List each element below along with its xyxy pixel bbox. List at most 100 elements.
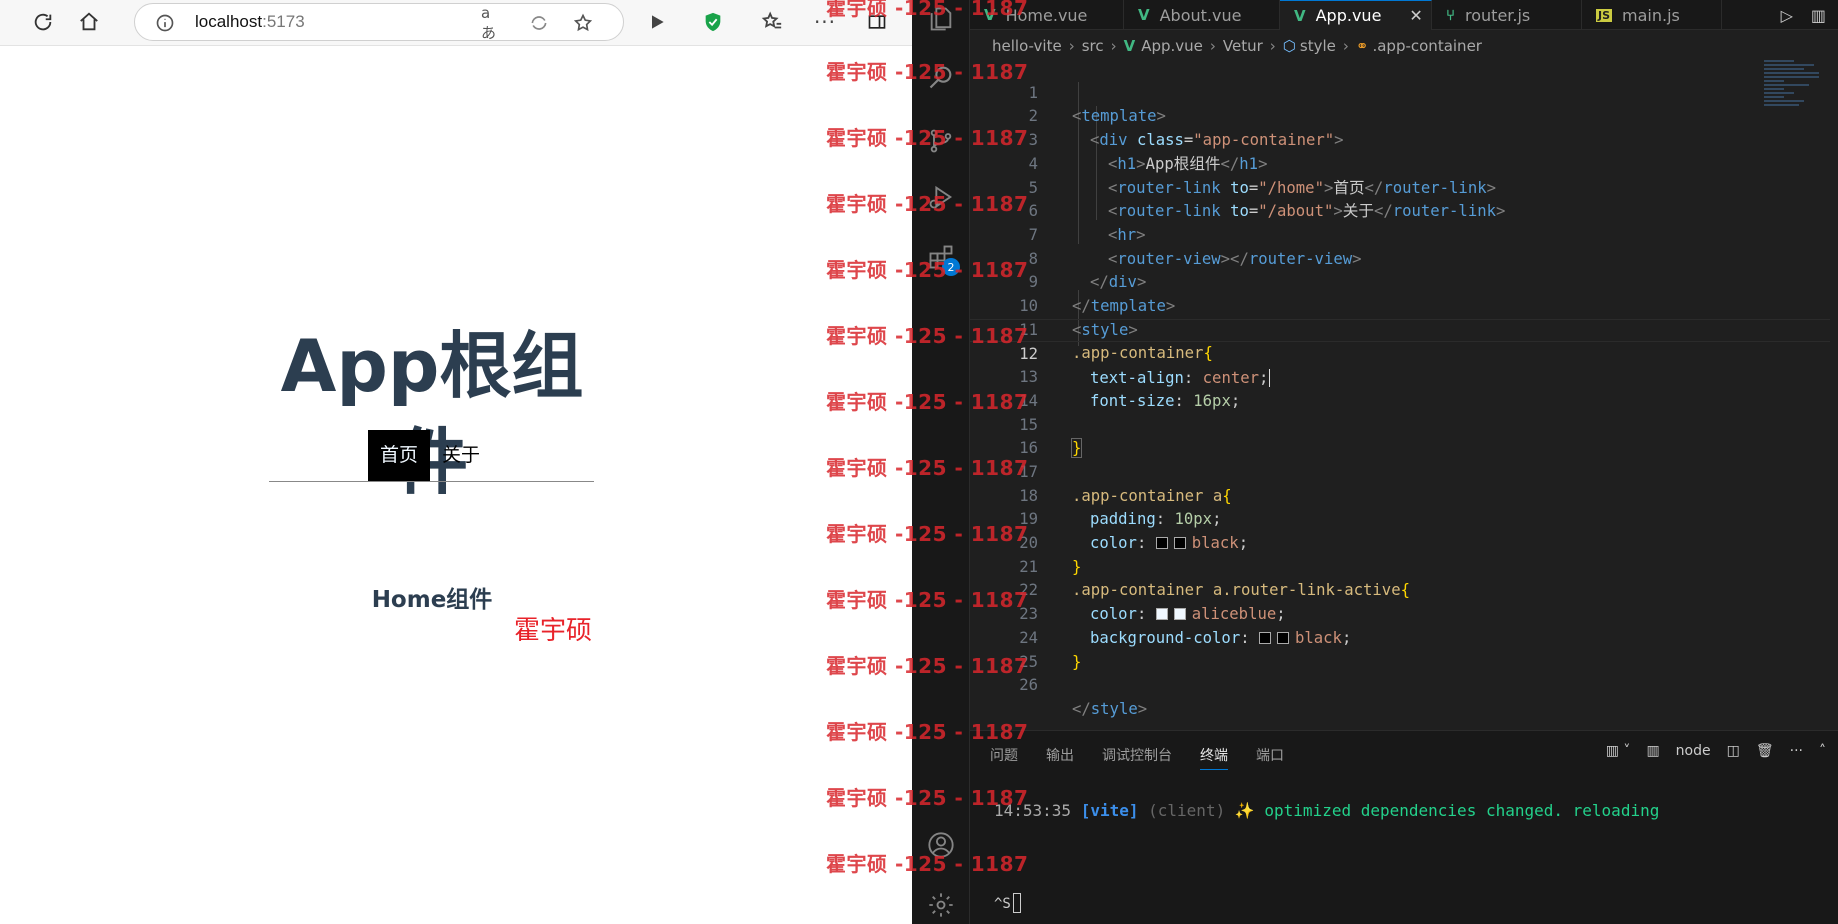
code-line[interactable]: 1 <template> [970, 58, 1830, 126]
code-line[interactable]: 18 padding: 10px; [970, 461, 1830, 529]
watermark-text: 霍宇硕 -125 - 1187 [826, 390, 1029, 414]
refresh-icon[interactable] [26, 5, 60, 39]
watermark-text: 霍宇硕 -125 - 1187 [826, 456, 1029, 480]
favorites-icon[interactable] [755, 5, 789, 39]
code-line[interactable]: 7 <router-view></router-view> [970, 200, 1830, 268]
vue-icon: V [1294, 6, 1306, 25]
watermark-text: 霍宇硕 -125 - 1187 [826, 588, 1029, 612]
js-icon: JS [1596, 8, 1613, 22]
nav-link-home[interactable]: 首页 [368, 430, 431, 481]
edge-extension-icon[interactable] [527, 12, 551, 34]
tab-debug-console[interactable]: 调试控制台 [1102, 745, 1172, 770]
router-nav: 首页 关于 [368, 430, 492, 481]
terminal-output: 14:53:35 [vite] (client) ✨ optimized dep… [994, 801, 1660, 820]
code-line[interactable]: 6 <hr> [970, 177, 1830, 244]
terminal-name[interactable]: node [1676, 743, 1711, 759]
split-terminal-icon[interactable]: ◫ [1727, 743, 1740, 759]
breadcrumb-item[interactable]: Vetur [1223, 37, 1263, 55]
watermark-text: 霍宇硕 -125 - 1187 [826, 522, 1029, 546]
split-editor-icon[interactable]: ▥ [1811, 6, 1826, 25]
watermark-text: 霍宇硕 -125 - 1187 [826, 852, 1029, 876]
nav-link-about[interactable]: 关于 [430, 430, 492, 481]
code-line[interactable]: 19 color: black; [970, 485, 1830, 552]
breadcrumb-item[interactable]: hello-vite [992, 37, 1062, 55]
code-line[interactable]: 15 } [970, 390, 1830, 459]
tab-app-vue[interactable]: V App.vue ✕ [1280, 0, 1432, 30]
tab-problems[interactable]: 问题 [990, 745, 1018, 770]
code-line[interactable]: 3 <h1>App根组件</h1> [970, 105, 1830, 173]
home-icon[interactable] [72, 5, 106, 39]
play-icon[interactable] [640, 5, 674, 39]
breadcrumb-item[interactable]: .app-container [1372, 37, 1482, 55]
tab-router-js[interactable]: ⑂ router.js [1432, 0, 1582, 30]
editor-tabs: V Home.vue V About.vue V App.vue ✕ ⑂ rou… [970, 0, 1838, 30]
class-icon: ⚭ [1355, 37, 1369, 55]
code-line[interactable]: 11 .app-container{ [970, 295, 1830, 363]
code-line[interactable]: 17 .app-container a{ [970, 437, 1830, 505]
tab-main-js[interactable]: JS main.js [1582, 0, 1722, 30]
trash-icon[interactable]: 🗑 [1756, 743, 1774, 759]
minimap[interactable] [1764, 58, 1838, 118]
rendered-page: App根组件 首页 关于 Home组件 霍宇硕 [0, 46, 912, 924]
watermark-text: 霍宇硕 -125 - 1187 [826, 654, 1029, 678]
breadcrumb-item[interactable]: src [1082, 37, 1104, 55]
watermark-text: 霍宇硕 -125 - 1187 [826, 126, 1029, 150]
tab-output[interactable]: 输出 [1046, 745, 1074, 770]
watermark-text: 霍宇硕 -125 - 1187 [826, 192, 1029, 216]
browser-toolbar: localhost:5173 aあ ··· [0, 0, 912, 46]
code-line[interactable]: 25 [970, 627, 1830, 671]
info-icon[interactable] [155, 13, 175, 37]
chevron-right-icon: › [1209, 37, 1216, 55]
close-icon[interactable]: ✕ [1409, 6, 1422, 25]
watermark-text: 霍宇硕 -125 - 1187 [826, 60, 1029, 84]
address-text[interactable]: localhost:5173 [195, 12, 305, 32]
vue-icon: V [1138, 6, 1150, 24]
code-line[interactable]: 22 color: aliceblue; [970, 556, 1830, 623]
code-line[interactable]: 8 </div> [970, 224, 1830, 292]
favorite-star-icon[interactable] [571, 12, 595, 34]
terminal-cursor [1012, 893, 1021, 913]
panel-tabs: 问题 输出 调试控制台 终端 端口 [990, 745, 1284, 770]
terminal-prompt[interactable]: ^S [994, 893, 1021, 913]
vue-icon: V [1123, 37, 1136, 55]
home-component: Home组件 [371, 587, 493, 613]
run-icon[interactable]: ▷ [1781, 6, 1793, 25]
code-line[interactable]: 2 <div class="app-container"> [970, 82, 1830, 149]
code-line[interactable]: 16 [970, 414, 1830, 457]
code-line[interactable]: 21 .app-container a.router-link-active{ [970, 532, 1830, 600]
tab-actions: ▷ ▥ [1781, 0, 1838, 30]
watermark-text: 霍宇硕 -125 - 1187 [826, 324, 1029, 348]
address-bar[interactable]: localhost:5173 aあ [134, 3, 624, 42]
breadcrumb-item[interactable]: style [1300, 37, 1336, 55]
settings-gear-icon[interactable] [924, 888, 958, 922]
router-icon: ⑂ [1446, 6, 1456, 24]
code-line[interactable]: 20 } [970, 508, 1830, 576]
chevron-right-icon: › [1110, 37, 1117, 55]
tab-ports[interactable]: 端口 [1256, 745, 1284, 770]
horizontal-rule [269, 481, 594, 482]
chevron-up-icon[interactable]: ˄ [1819, 743, 1826, 759]
new-terminal-icon[interactable]: ▥ ˅ [1606, 743, 1631, 759]
shield-icon[interactable] [696, 5, 730, 39]
tab-terminal[interactable]: 终端 [1200, 745, 1228, 770]
code-line[interactable]: 24 } [970, 603, 1830, 671]
code-line[interactable]: 23 background-color: black; [970, 579, 1830, 647]
code-editor[interactable]: 1 <template> 2 <div class="app-container… [970, 58, 1830, 728]
read-aloud-icon[interactable]: aあ [481, 4, 505, 42]
code-line[interactable]: 10 <style> [970, 271, 1830, 339]
code-line[interactable]: 13 font-size: 16px; [970, 342, 1830, 410]
bottom-panel: 问题 输出 调试控制台 终端 端口 ▥ ˅ ▥ node ◫ 🗑 ··· ˄ 1… [970, 730, 1838, 924]
code-line-current[interactable]: 12 text-align: center; [970, 318, 1830, 388]
breadcrumb-item[interactable]: App.vue [1141, 37, 1203, 55]
tab-about-vue[interactable]: V About.vue [1124, 0, 1280, 30]
more-icon[interactable]: ··· [1790, 743, 1803, 759]
chevron-right-icon: › [1269, 37, 1276, 55]
code-line[interactable]: 14 [970, 366, 1830, 410]
code-line[interactable]: 9 </template> [970, 248, 1830, 315]
vscode-editor: 2 V Home.vue V About.vue V App.vue ✕ ⑂ r… [912, 0, 1838, 924]
chevron-right-icon: › [1068, 37, 1075, 55]
code-line[interactable]: 5 <router-link to="/about">关于</router-li… [970, 153, 1830, 221]
code-line[interactable]: 4 <router-link to="/home">首页</router-lin… [970, 129, 1830, 197]
code-line[interactable]: 26 </style> [970, 651, 1830, 718]
symbol-icon: ⬡ [1282, 37, 1296, 55]
